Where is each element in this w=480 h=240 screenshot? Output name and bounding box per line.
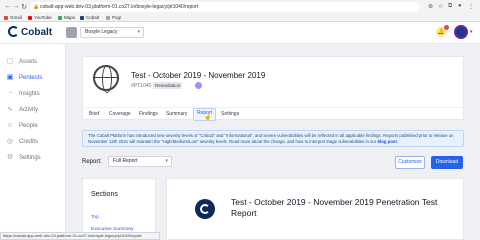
section-link-top[interactable]: Top: [91, 215, 99, 220]
sidebar-item-label: People: [19, 123, 38, 129]
sidebar-item-label: Insights: [19, 91, 40, 97]
info-banner: The Cobalt Platform has introduced new s…: [82, 130, 464, 147]
bookmark-pog[interactable]: Pog!: [106, 13, 121, 22]
cube-icon: ▢: [6, 58, 14, 65]
bookmark-favicon: [106, 16, 110, 20]
browser-chrome: ← → ↻ 🔒 cobalt-app-web.dev-03.platform-0…: [0, 0, 480, 22]
sidebar-item-label: Assets: [19, 59, 38, 65]
bookmark-label: Gmail: [10, 15, 22, 20]
tab-brief[interactable]: Brief: [89, 111, 99, 117]
pentest-icon: ▣: [6, 74, 14, 81]
tab-summary[interactable]: Summary: [166, 111, 187, 117]
tab-coverage[interactable]: Coverage: [109, 111, 131, 117]
bookmark-favicon: [28, 16, 32, 20]
extension-icon[interactable]: ⊕: [428, 3, 433, 10]
chevron-down-icon: ▾: [165, 158, 168, 164]
avatar[interactable]: [454, 25, 468, 39]
star-icon[interactable]: ☆: [438, 3, 443, 10]
banner-text: The Cobalt Platform has introduced new s…: [88, 133, 454, 144]
sidebar-item-label: Settings: [19, 155, 41, 161]
customize-button[interactable]: Customize: [395, 156, 425, 169]
sections-title: Sections: [91, 191, 118, 198]
bookmark-gmail[interactable]: Gmail: [4, 13, 22, 22]
bookmark-favicon: [58, 16, 62, 20]
report-type-select[interactable]: Full Report ▾: [108, 156, 172, 167]
status-bar: https://cobalt-app-web.dev-03.platform-0…: [0, 232, 160, 240]
sidebar-item-activity[interactable]: ∿ Activity: [6, 104, 62, 116]
back-icon[interactable]: ←: [4, 3, 12, 10]
sidebar-item-settings[interactable]: ⚙ Settings: [6, 152, 62, 164]
logo-text: Cobalt: [21, 27, 53, 38]
bookmark-favicon: [80, 16, 84, 20]
sidebar-item-label: Activity: [19, 107, 39, 113]
pentest-id: #PT1040: [131, 83, 152, 89]
bookmark-cobalt[interactable]: Cobalt: [80, 13, 99, 22]
report-preview: Test - October 2019 - November 2019 Pene…: [166, 178, 464, 240]
tab-findings[interactable]: Findings: [139, 111, 158, 117]
tab-settings[interactable]: Settings: [221, 111, 239, 117]
notification-badge: [444, 25, 449, 30]
cursor-icon: ☝: [204, 115, 212, 121]
status-badge: Remediation: [153, 82, 183, 89]
profile-icon[interactable]: ●: [458, 3, 462, 9]
sidebar: ▢ Assets ▣ Pentests ◔ Insights ∿ Activity ☺ P…: [0, 44, 66, 240]
tab-bar: Brief Coverage Findings Summary Report S…: [83, 107, 465, 121]
reload-icon[interactable]: ↻: [20, 3, 28, 11]
lock-icon: 🔒: [33, 4, 40, 10]
app-header: Cobalt Bosyle Legacy ▾ 🔔 ▾: [0, 22, 480, 44]
bookmark-label: Maps: [64, 15, 76, 20]
bookmark-label: Cobalt: [86, 15, 100, 20]
chevron-down-icon[interactable]: ▾: [470, 29, 473, 35]
download-button[interactable]: Download: [431, 156, 463, 169]
insights-icon: ◔: [7, 90, 13, 97]
bookmark-favicon: [4, 16, 8, 20]
gear-icon: ⚙: [6, 154, 14, 161]
sidebar-item-label: Pentests: [19, 75, 43, 81]
report-label: Report:: [82, 159, 102, 165]
bookmarks-bar: Gmail YouTube Maps Cobalt Pog!: [0, 13, 480, 22]
sidebar-item-label: Credits: [19, 139, 39, 145]
sidebar-item-credits[interactable]: ◎ Credits: [6, 136, 62, 148]
page-title: Test - October 2019 - November 2019: [131, 71, 266, 80]
sidebar-item-pentests[interactable]: ▣ Pentests: [6, 72, 62, 84]
org-select-value: Bosyle Legacy: [85, 29, 118, 35]
bookmark-label: YouTube: [34, 15, 52, 20]
org-icon: [66, 27, 77, 38]
globe-icon: [93, 65, 119, 93]
sections-panel: Sections Top Executive Summary: [82, 178, 156, 240]
puzzle-icon[interactable]: ⧉: [448, 3, 452, 10]
people-icon: ☺: [6, 122, 14, 129]
pentest-card: Test - October 2019 - November 2019 #PT1…: [82, 56, 465, 121]
forward-icon[interactable]: →: [12, 3, 20, 10]
cobalt-logo-icon: [195, 199, 215, 219]
cobalt-logo[interactable]: Cobalt: [8, 26, 52, 38]
report-select-value: Full Report: [113, 158, 138, 164]
report-title: Test - October 2019 - November 2019 Pene…: [231, 197, 438, 218]
address-bar[interactable]: 🔒 cobalt-app-web.dev-03.platform-01.co27…: [30, 2, 420, 12]
org-select[interactable]: Bosyle Legacy ▾: [80, 27, 144, 38]
bookmark-maps[interactable]: Maps: [58, 13, 75, 22]
sidebar-item-insights[interactable]: ◔ Insights: [6, 88, 62, 100]
credits-icon: ◎: [6, 138, 14, 145]
activity-icon: ∿: [7, 106, 13, 113]
tag-icon: [195, 82, 202, 89]
sidebar-item-people[interactable]: ☺ People: [6, 120, 62, 132]
sidebar-item-assets[interactable]: ▢ Assets: [6, 56, 62, 68]
logo-icon: [8, 26, 19, 37]
bookmark-label: Pog!: [112, 15, 122, 20]
url-text: cobalt-app-web.dev-03.platform-01.co27.i…: [40, 4, 199, 10]
chevron-down-icon: ▾: [137, 29, 140, 35]
menu-icon[interactable]: ⋮: [468, 3, 474, 10]
blog-post-link[interactable]: blog post: [377, 139, 396, 144]
bookmark-youtube[interactable]: YouTube: [28, 13, 52, 22]
